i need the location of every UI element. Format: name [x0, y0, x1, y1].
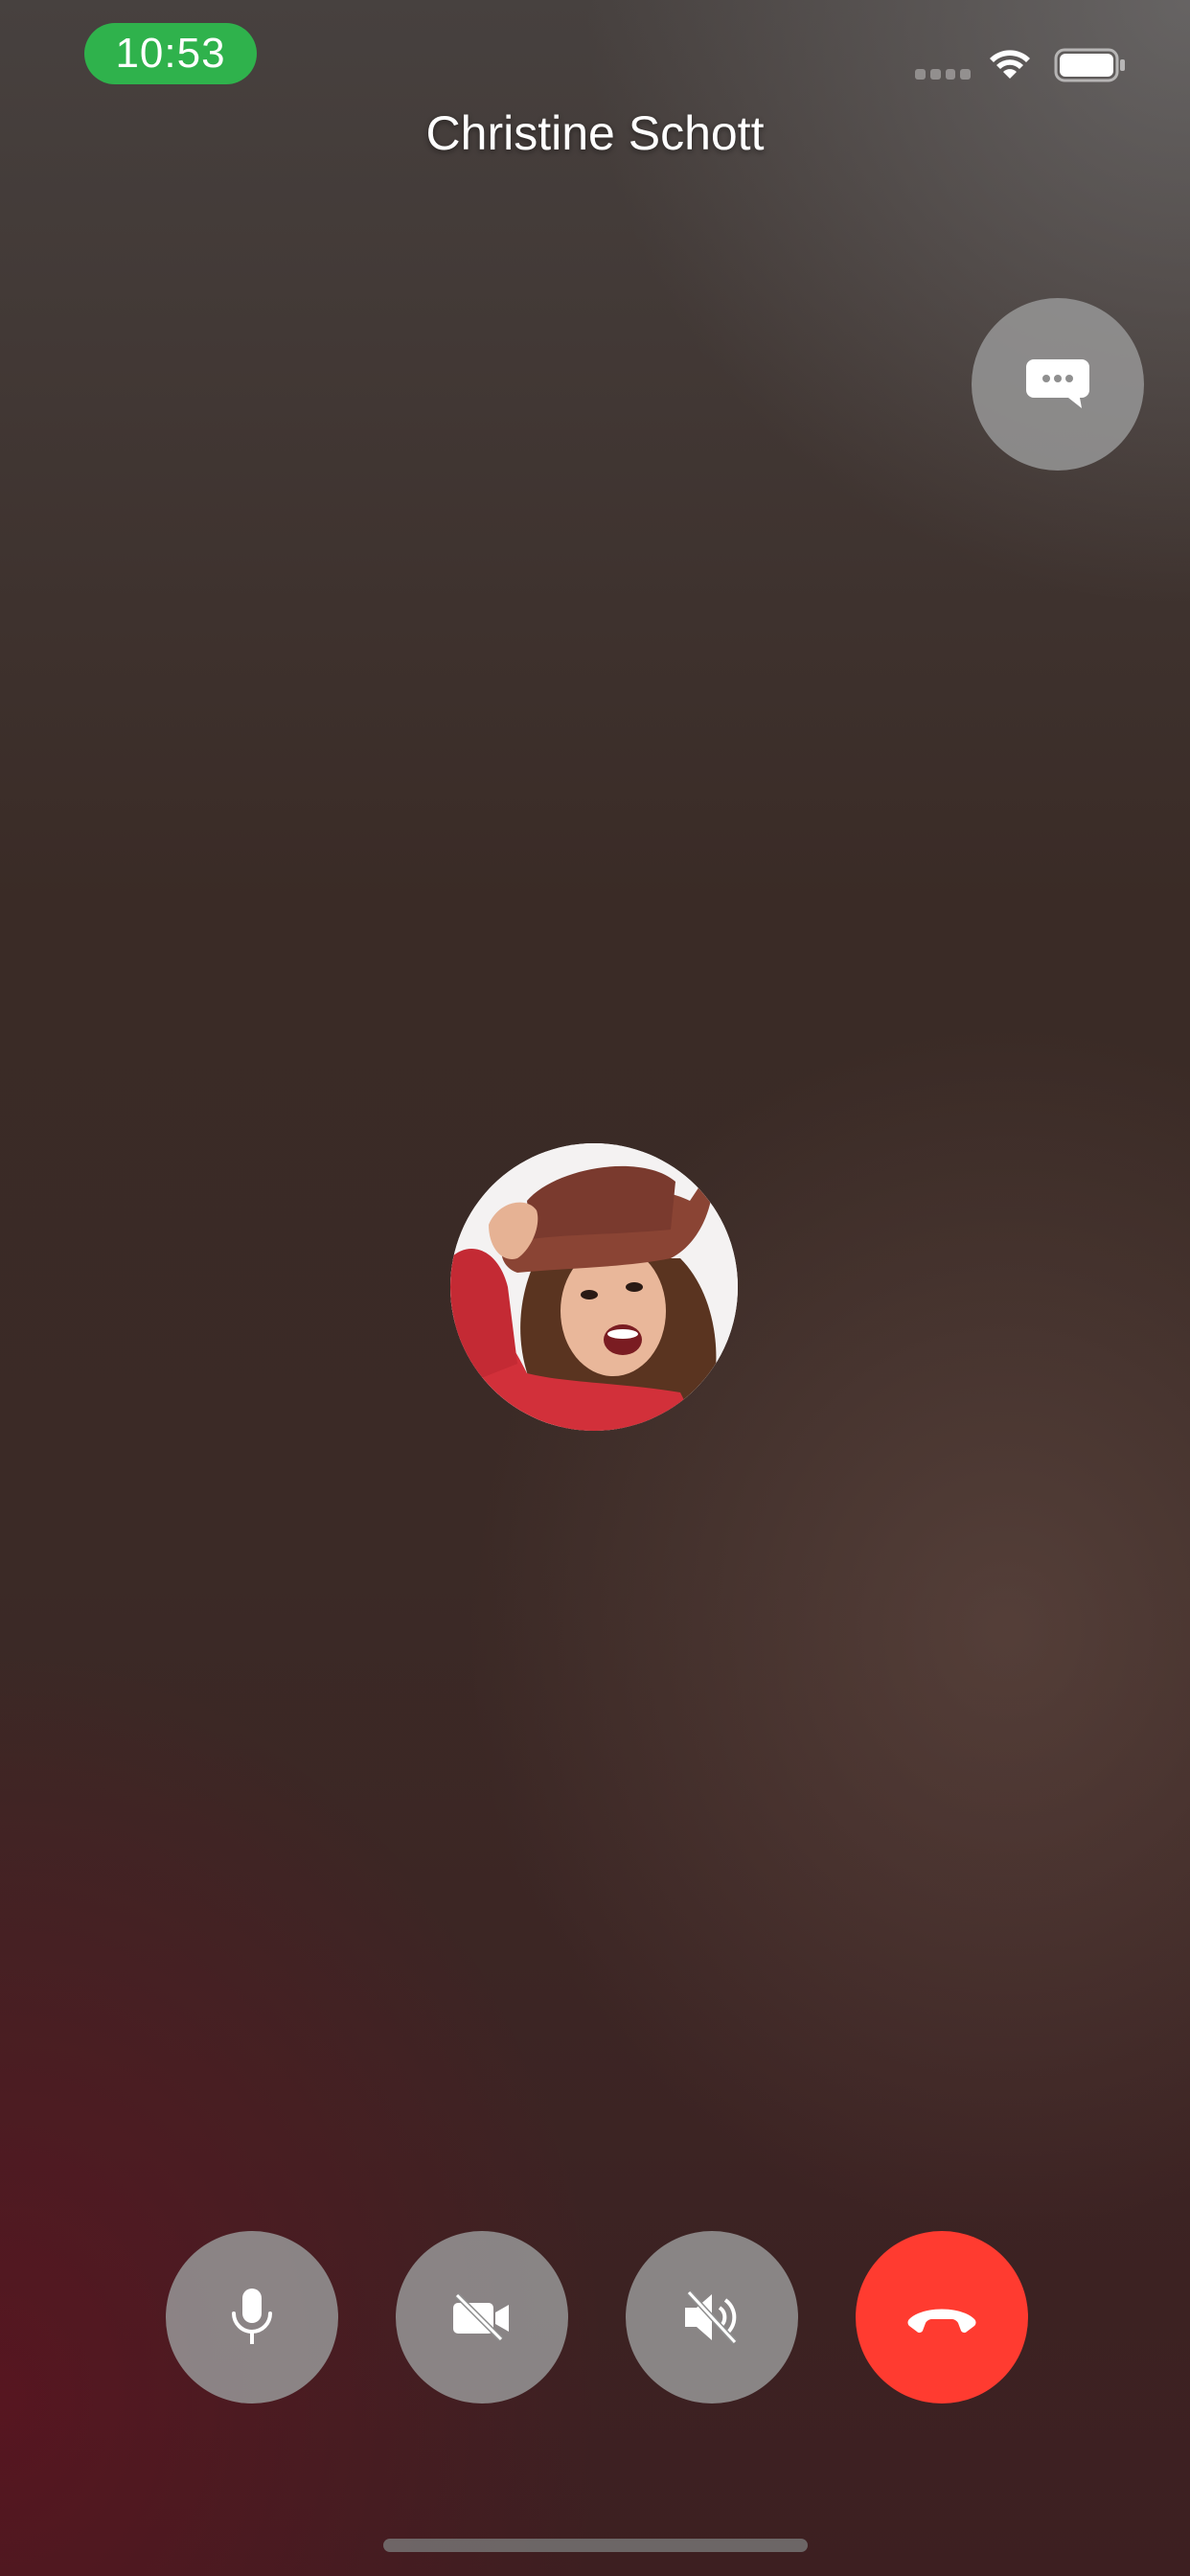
call-screen: 10:53 Christine Schott — [0, 0, 1190, 2576]
wifi-icon — [990, 50, 1030, 79]
end-call-button[interactable] — [856, 2231, 1028, 2404]
signal-icon — [915, 69, 971, 80]
home-indicator[interactable] — [383, 2539, 808, 2552]
caller-name: Christine Schott — [425, 106, 765, 160]
mute-button[interactable] — [166, 2231, 338, 2404]
avatar-photo — [450, 1143, 738, 1431]
caller-avatar — [450, 1143, 738, 1431]
message-bubble-icon — [1026, 359, 1089, 408]
microphone-icon — [232, 2288, 272, 2344]
phone-hangup-icon — [907, 2309, 976, 2334]
battery-icon — [1054, 48, 1125, 82]
video-toggle-button[interactable] — [396, 2231, 568, 2404]
speaker-button[interactable] — [626, 2231, 798, 2404]
chat-button[interactable] — [972, 298, 1144, 471]
speaker-muted-icon — [685, 2290, 738, 2344]
status-time[interactable]: 10:53 — [84, 23, 257, 84]
video-off-icon — [453, 2293, 509, 2341]
